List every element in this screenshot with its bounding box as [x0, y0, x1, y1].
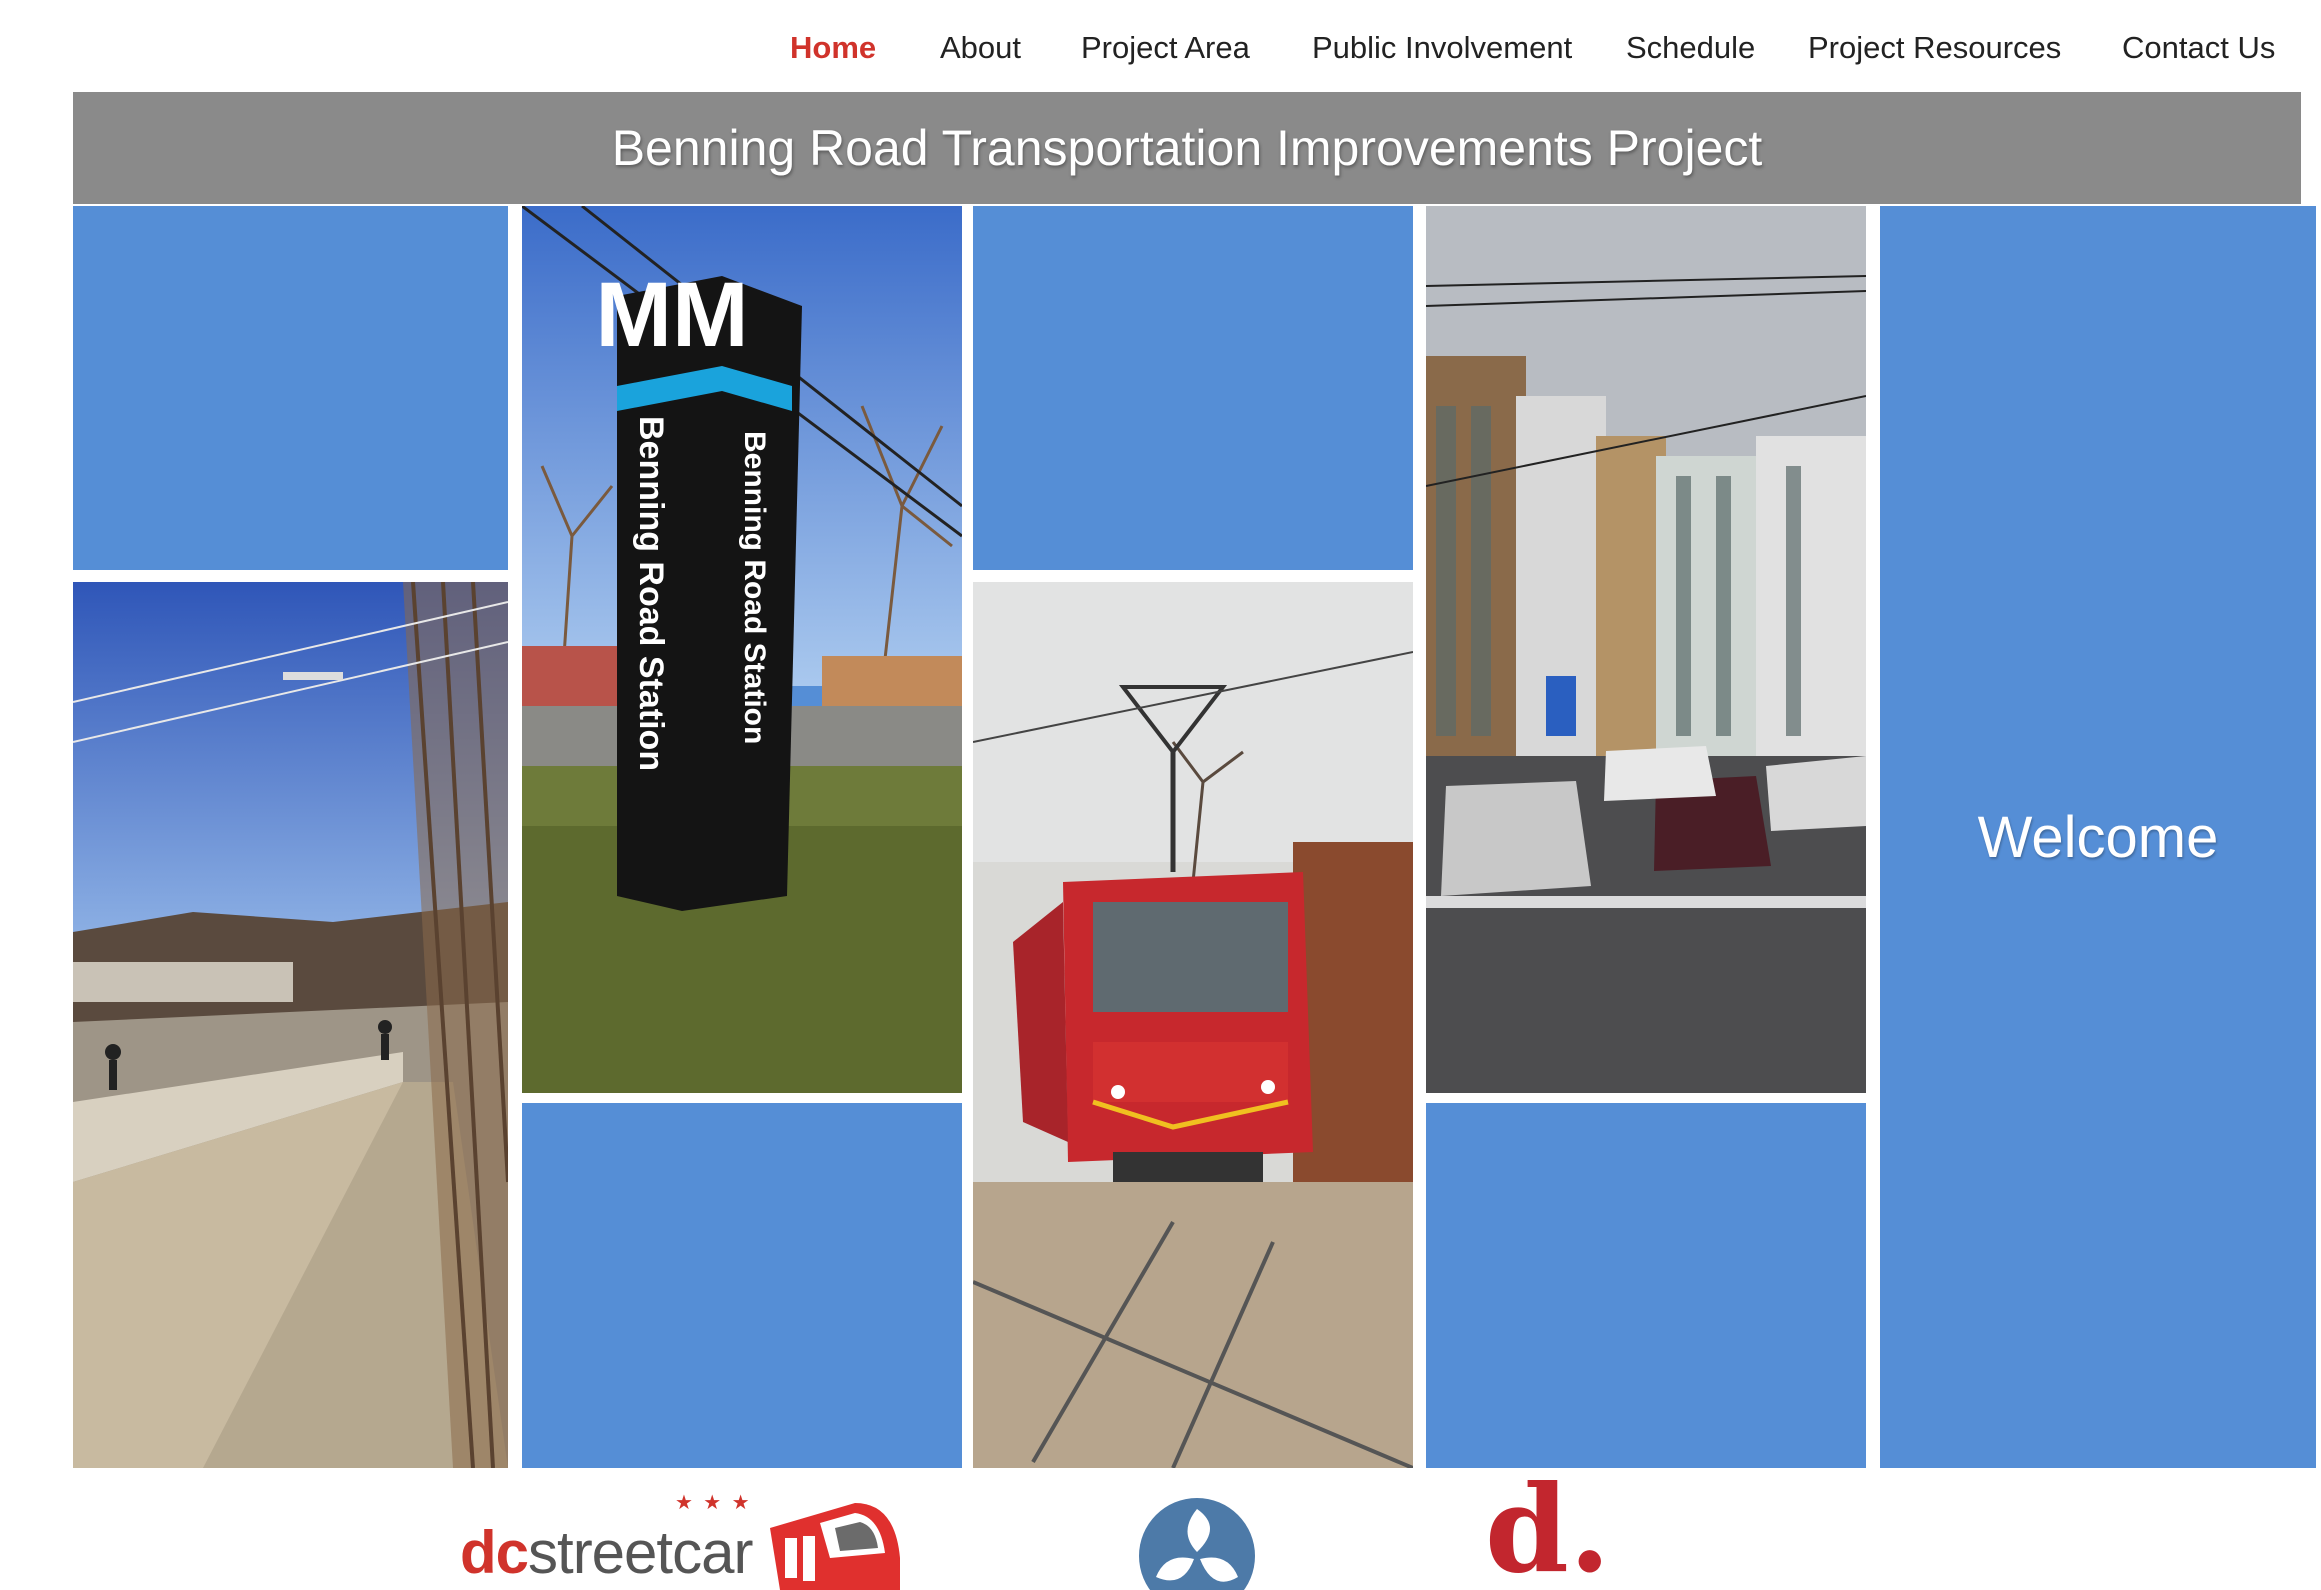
dc-streetcar-wordmark: dcstreetcar [460, 1519, 753, 1586]
blue-tile [1426, 1103, 1866, 1468]
streetcar-icon [770, 1503, 900, 1590]
metro-station-sign-photo: MM Benning Road Station Benning Road Sta… [522, 206, 962, 1093]
ddot-logo[interactable]: d. [1485, 1470, 1665, 1590]
street-traffic-photo [1426, 206, 1866, 1093]
nav-home[interactable]: Home [790, 30, 876, 66]
nav-schedule[interactable]: Schedule [1626, 30, 1755, 66]
top-nav: Home About Project Area Public Involveme… [0, 0, 2321, 92]
welcome-heading: Welcome [1977, 804, 2219, 870]
nav-project-area[interactable]: Project Area [1081, 30, 1250, 66]
ddot-d-wordmark: d. [1485, 1459, 1611, 1590]
dc-streetcar-logo[interactable]: dcstreetcar ★ ★ ★ [460, 1490, 910, 1590]
blue-tile [73, 206, 508, 570]
usdot-logo[interactable] [1138, 1497, 1256, 1590]
nav-about[interactable]: About [940, 30, 1021, 66]
page-title: Benning Road Transportation Improvements… [611, 120, 1763, 176]
nav-public-involvement[interactable]: Public Involvement [1312, 30, 1572, 66]
welcome-tile[interactable]: Welcome [1880, 206, 2316, 1468]
title-band: Benning Road Transportation Improvements… [73, 92, 2301, 204]
blue-tile [973, 206, 1413, 570]
nav-contact-us[interactable]: Contact Us [2122, 30, 2275, 66]
nav-project-resources[interactable]: Project Resources [1808, 30, 2061, 66]
station-sign-side-text: Benning Road Station [738, 431, 771, 744]
stars-icon: ★ ★ ★ [675, 1490, 752, 1514]
streetcar-photo [973, 582, 1413, 1468]
dot-triskelion-icon [1139, 1498, 1255, 1590]
station-sign-mm: MM [595, 264, 748, 366]
blue-tile [522, 1103, 962, 1468]
station-sign-front-text: Benning Road Station [632, 416, 670, 771]
bridge-walkway-photo [73, 582, 508, 1468]
